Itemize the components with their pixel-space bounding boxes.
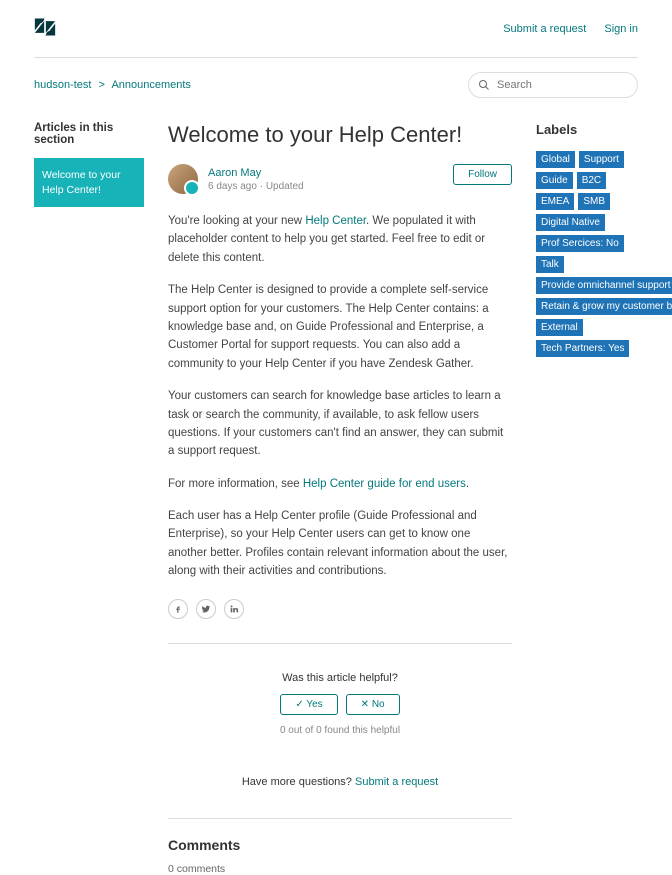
label-tag[interactable]: EMEA [536, 193, 574, 210]
label-tag[interactable]: Tech Partners: Yes [536, 340, 629, 357]
comments-heading: Comments [168, 837, 512, 853]
labels-heading: Labels [536, 122, 638, 137]
label-tag[interactable]: Prof Sercices: No [536, 235, 624, 252]
twitter-icon[interactable] [196, 599, 216, 619]
label-tag[interactable]: Talk [536, 256, 564, 273]
breadcrumb-section[interactable]: Announcements [111, 79, 191, 91]
facebook-icon[interactable] [168, 599, 188, 619]
label-tag[interactable]: Guide [536, 172, 573, 189]
label-tag[interactable]: Global [536, 151, 575, 168]
vote-no-button[interactable]: ✕ No [346, 694, 400, 715]
breadcrumb: hudson-test > Announcements [34, 79, 191, 91]
breadcrumb-root[interactable]: hudson-test [34, 79, 91, 91]
zendesk-logo[interactable] [34, 16, 56, 41]
guide-link[interactable]: Help Center guide for end users [303, 478, 466, 490]
submit-request-link[interactable]: Submit a request [503, 23, 586, 35]
search-box [468, 72, 638, 98]
label-tag[interactable]: Support [579, 151, 624, 168]
article-body: You're looking at your new Help Center. … [168, 212, 512, 581]
helpful-count: 0 out of 0 found this helpful [168, 725, 512, 736]
sidebar-article-link[interactable]: Welcome to your Help Center! [34, 158, 144, 207]
label-tag[interactable]: SMB [578, 193, 610, 210]
follow-button[interactable]: Follow [453, 164, 512, 185]
label-tag[interactable]: External [536, 319, 583, 336]
comments-count: 0 comments [168, 863, 512, 875]
search-icon [478, 79, 490, 91]
more-questions-text: Have more questions? [242, 776, 355, 788]
linkedin-icon[interactable] [224, 599, 244, 619]
section-heading: Articles in this section [34, 122, 144, 146]
article-meta: 6 days ago · Updated [208, 181, 304, 192]
label-tag[interactable]: Retain & grow my customer base [536, 298, 672, 315]
label-tag[interactable]: B2C [577, 172, 606, 189]
help-center-link[interactable]: Help Center [305, 215, 366, 227]
label-tag[interactable]: Provide omnichannel support [536, 277, 672, 294]
search-input[interactable] [468, 72, 638, 98]
sign-in-link[interactable]: Sign in [604, 23, 638, 35]
article-title: Welcome to your Help Center! [168, 122, 512, 148]
label-tag[interactable]: Digital Native [536, 214, 605, 231]
vote-yes-button[interactable]: ✓ Yes [280, 694, 337, 715]
avatar[interactable] [168, 164, 198, 194]
author-name[interactable]: Aaron May [208, 167, 304, 179]
helpful-question: Was this article helpful? [168, 672, 512, 684]
submit-request-inline[interactable]: Submit a request [355, 776, 438, 788]
